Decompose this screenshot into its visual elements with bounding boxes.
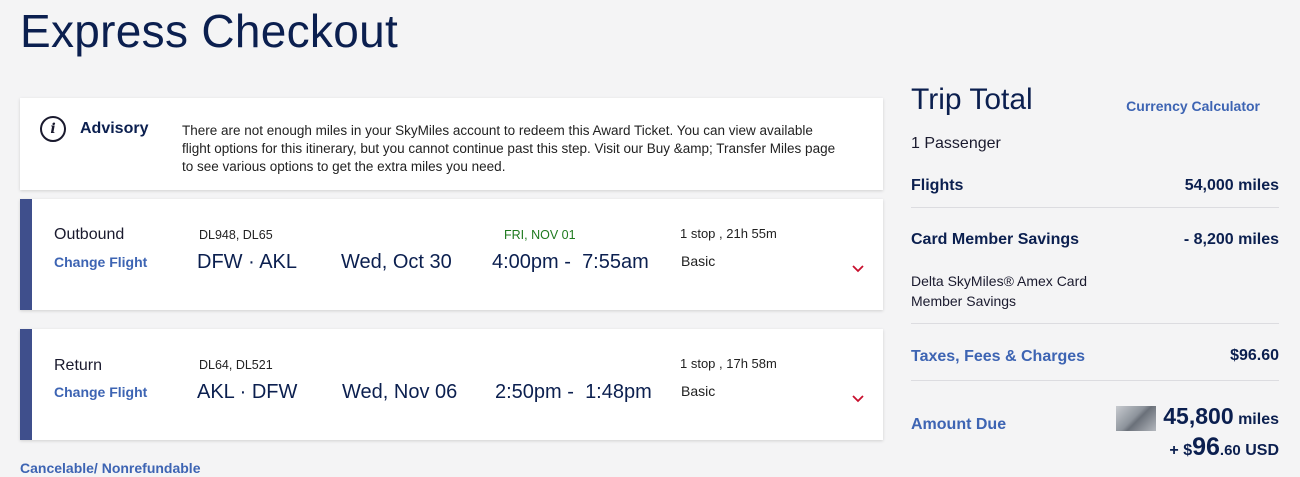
due-currency: USD <box>1245 442 1279 459</box>
due-plus: + $ <box>1169 442 1193 459</box>
divider <box>911 380 1279 381</box>
due-cents: .60 <box>1219 442 1241 459</box>
flight-date: Wed, Nov 06 <box>342 381 458 403</box>
flight-route: DFW · AKL <box>197 251 298 273</box>
passenger-count: 1 Passenger <box>911 135 1001 152</box>
change-flight-link[interactable]: Change Flight <box>54 384 147 400</box>
return-flight-card: Return Change Flight DL64, DL521 AKL · D… <box>20 329 883 440</box>
taxes-fees-link[interactable]: Taxes, Fees & Charges <box>911 348 1085 366</box>
flights-label: Flights <box>911 177 964 194</box>
card-accent-bar <box>20 329 32 440</box>
credit-card-icon <box>1116 406 1156 431</box>
chevron-down-icon[interactable] <box>851 262 865 276</box>
arrive-time: 7:55am <box>582 251 649 273</box>
divider <box>911 207 1279 208</box>
flight-direction: Outbound <box>54 226 125 243</box>
depart-time: 2:50pm <box>495 381 562 403</box>
taxes-value: $96.60 <box>1230 347 1279 364</box>
trip-total-title: Trip Total <box>911 83 1033 116</box>
flight-route: AKL · DFW <box>197 381 298 403</box>
arrive-time: 1:48pm <box>585 381 652 403</box>
advisory-title: Advisory <box>80 120 149 137</box>
flight-numbers: DL948, DL65 <box>199 228 273 242</box>
amount-due-miles: 45,800 miles <box>1163 403 1279 430</box>
flight-direction: Return <box>54 357 103 374</box>
stops-duration: 1 stop , 21h 55m <box>680 226 777 241</box>
flight-times: 4:00pm - 7:55am <box>492 251 649 273</box>
flight-numbers: DL64, DL521 <box>199 358 273 372</box>
currency-calculator-link[interactable]: Currency Calculator <box>1126 98 1260 114</box>
page-title: Express Checkout <box>20 5 399 57</box>
arrival-date-note: FRI, NOV 01 <box>504 228 576 242</box>
amount-due-usd: + $96.60 USD <box>1169 433 1279 462</box>
savings-description: Delta SkyMiles® Amex Card Member Savings <box>911 273 1088 309</box>
stops-duration: 1 stop , 17h 58m <box>680 356 777 371</box>
change-flight-link[interactable]: Change Flight <box>54 254 147 270</box>
advisory-message: There are not enough miles in your SkyMi… <box>182 123 836 174</box>
flights-value: 54,000 miles <box>1184 177 1279 194</box>
depart-time: 4:00pm <box>492 251 559 273</box>
amount-due-label: Amount Due <box>911 416 1007 433</box>
due-dollars: 96 <box>1192 433 1220 461</box>
cabin-class: Basic <box>681 383 716 399</box>
info-icon: i <box>40 116 66 142</box>
advisory-banner: i Advisory There are not enough miles in… <box>20 98 883 190</box>
divider <box>911 323 1279 324</box>
due-miles-value: 45,800 <box>1163 403 1234 429</box>
fare-rules-link[interactable]: Cancelable/ Nonrefundable <box>20 460 200 476</box>
chevron-down-icon[interactable] <box>851 392 865 406</box>
flight-times: 2:50pm - 1:48pm <box>495 381 652 403</box>
cabin-class: Basic <box>681 253 716 269</box>
savings-value: - 8,200 miles <box>1183 231 1279 248</box>
outbound-flight-card: Outbound Change Flight DL948, DL65 DFW ·… <box>20 199 883 310</box>
savings-label: Card Member Savings <box>911 231 1080 248</box>
due-miles-unit: miles <box>1238 411 1279 428</box>
flight-date: Wed, Oct 30 <box>341 251 452 273</box>
card-accent-bar <box>20 199 32 310</box>
